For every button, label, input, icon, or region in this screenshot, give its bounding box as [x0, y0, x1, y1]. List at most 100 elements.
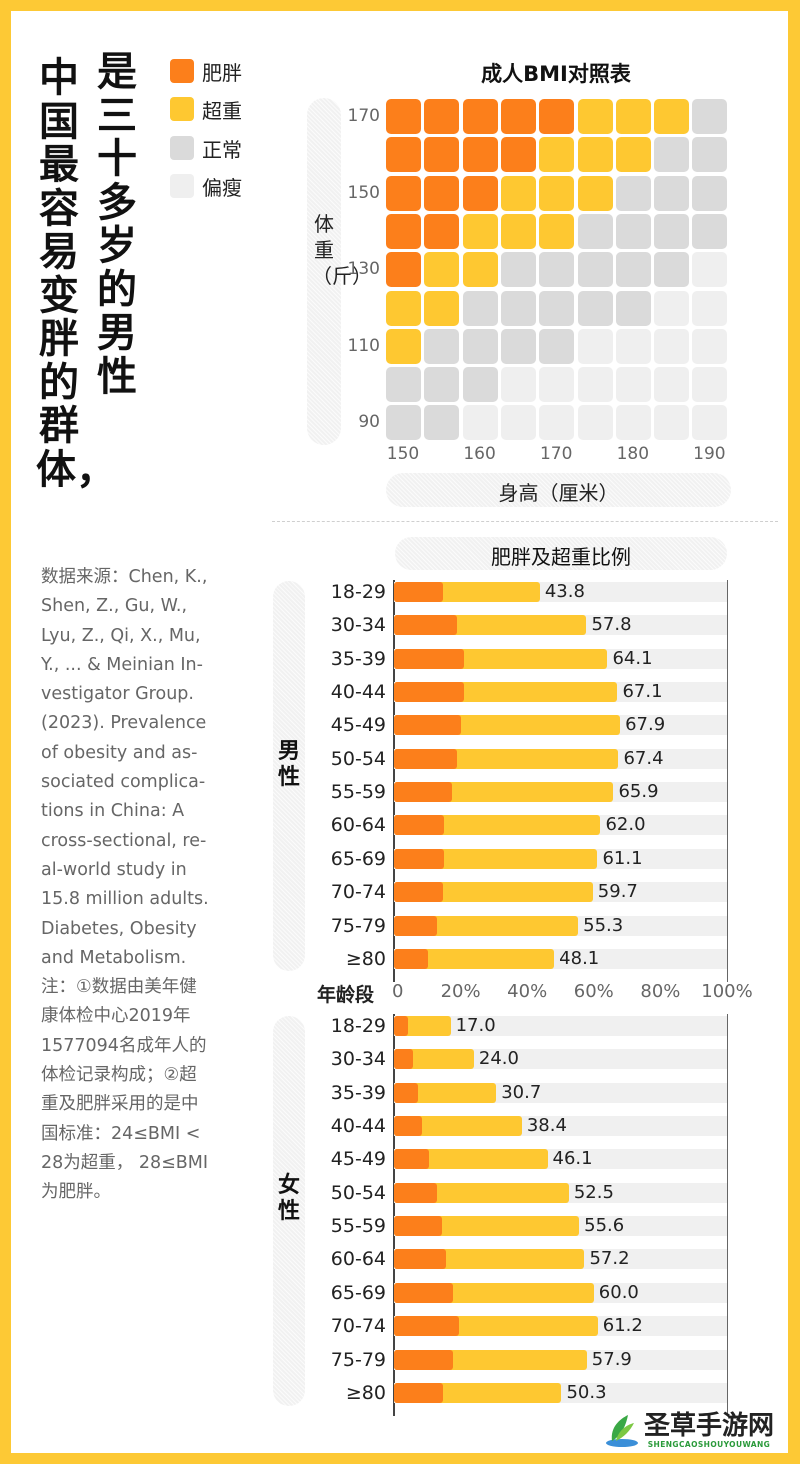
heatmap-cell-normal [462, 367, 498, 403]
heatmap-cell-obese [539, 99, 575, 134]
heatmap-cell-normal [577, 290, 613, 326]
age-label: 35-39 [330, 647, 386, 670]
age-label: 60-64 [330, 814, 386, 837]
bar-obese-segment [394, 1116, 422, 1137]
heatmap-cell-underweight [577, 328, 613, 364]
heatmap-cell-normal [500, 290, 536, 326]
age-label: 45-49 [330, 1148, 386, 1171]
source-line: 注：①数据由美年健 [41, 977, 197, 998]
source-line: Shen, Z., Gu, W., [41, 596, 188, 617]
bar-obese-segment [394, 1082, 418, 1103]
y-axis-label: 体重（斤） [312, 212, 372, 288]
heatmap-cell-overweight [462, 213, 498, 249]
x-tick-label: 20% [440, 981, 481, 1002]
heatmap-cell-normal [386, 405, 421, 441]
age-label: 75-79 [330, 1348, 386, 1371]
legend-item-obese: 肥胖 [170, 57, 242, 85]
headline-line-1: 中国最容易变胖的群体， [36, 55, 116, 493]
heatmap-cell-overweight [539, 137, 575, 173]
heatmap-cell-normal [615, 252, 651, 288]
bar-value-label: 57.9 [591, 1348, 632, 1370]
heatmap-cell-underweight [692, 328, 728, 364]
heatmap-cell-normal [500, 252, 536, 288]
source-line: Y., ... & Meinian In- [41, 654, 203, 675]
age-label: 70-74 [330, 1315, 386, 1338]
age-label: 30-34 [330, 1048, 386, 1071]
bar-value-label: 64.1 [612, 647, 653, 669]
source-line: 康体检中心2019年 [41, 1006, 191, 1027]
heatmap-cell-obese [424, 175, 460, 211]
legend-label: 偏瘦 [202, 175, 242, 200]
source-line: 重及肥胖采用的是中 [41, 1094, 199, 1115]
heatmap-cell-obese [500, 137, 536, 173]
heatmap-cell-obese [424, 99, 460, 134]
heatmap-cell-normal [424, 367, 460, 403]
heatmap-cell-normal [615, 290, 651, 326]
heatmap-cell-obese [500, 99, 536, 134]
legend-item-overweight: 超重 [170, 95, 242, 123]
age-label: 30-34 [330, 614, 386, 637]
legend-swatch-obese [170, 59, 194, 83]
bar-value-label: 67.4 [623, 747, 664, 769]
heatmap-cell-overweight [577, 175, 613, 211]
legend-item-normal: 正常 [170, 134, 242, 162]
legend-swatch-normal [170, 136, 194, 160]
heatmap-cell-normal [539, 290, 575, 326]
source-line: tions in China: A [41, 801, 185, 822]
bar-value-label: 57.8 [591, 614, 632, 636]
bar-obese-segment [394, 682, 464, 703]
heatmap-cell-underweight [500, 367, 536, 403]
bar-value-label: 65.9 [618, 781, 659, 803]
x-tick-label: 190 [693, 444, 726, 464]
heatmap-cell-underweight [654, 405, 690, 441]
age-label: 45-49 [330, 714, 386, 737]
bar-value-label: 43.8 [544, 581, 585, 602]
source-line: 体检记录构成；②超 [41, 1065, 197, 1086]
heatmap-cell-obese [386, 99, 421, 134]
x-tick-label: 100% [701, 981, 753, 1002]
bar-value-label: 62.0 [605, 814, 646, 836]
age-label: 35-39 [330, 1081, 386, 1104]
headline-line-2: 是三十多岁的男性 [97, 49, 137, 400]
heatmap-cell-underweight [654, 328, 690, 364]
heatmap-cell-underweight [577, 367, 613, 403]
bar-value-label: 24.0 [478, 1048, 519, 1070]
heatmap-cell-overweight [539, 213, 575, 249]
heatmap-cell-overweight [654, 99, 690, 134]
heatmap-cell-overweight [424, 252, 460, 288]
bar-obese-segment [394, 882, 443, 903]
heatmap-cell-overweight [500, 175, 536, 211]
age-label: 65-69 [330, 847, 386, 870]
y-tick-label: 110 [347, 335, 380, 356]
source-line: 1577094名成年人的 [41, 1035, 207, 1056]
bar-obese-segment [394, 715, 461, 736]
bar-obese-segment [394, 1049, 413, 1070]
heatmap-cell-overweight [462, 252, 498, 288]
heatmap-cell-underweight [692, 252, 728, 288]
heatmap-cell-obese [424, 213, 460, 249]
age-label: 18-29 [330, 1015, 386, 1037]
bar-obese-segment [394, 1282, 453, 1303]
age-label: ≥80 [345, 1381, 386, 1404]
legend-swatch-underweight [170, 174, 194, 198]
bar-obese-segment [394, 1382, 443, 1403]
heatmap-cell-underweight [539, 405, 575, 441]
bar-obese-segment [394, 948, 428, 969]
y-tick-label: 170 [347, 106, 380, 126]
heatmap-cell-normal [462, 328, 498, 364]
bar-value-label: 61.1 [602, 847, 643, 869]
heatmap-cell-overweight [386, 328, 421, 364]
heatmap-cell-underweight [615, 328, 651, 364]
x-tick-label: 170 [539, 444, 573, 464]
bar-obese-segment [394, 1149, 429, 1170]
bar-obese-segment [394, 648, 464, 669]
bar-value-label: 17.0 [455, 1015, 496, 1036]
heatmap-cell-overweight [577, 99, 613, 134]
y-tick-label: 90 [358, 412, 380, 433]
bar-value-label: 67.9 [625, 714, 666, 736]
bar-obese-segment [394, 782, 453, 803]
bar-value-label: 38.4 [526, 1115, 567, 1137]
age-label: 70-74 [330, 881, 386, 904]
source-line: vestigator Group. [41, 684, 194, 705]
heatmap-cell-normal [692, 99, 728, 134]
